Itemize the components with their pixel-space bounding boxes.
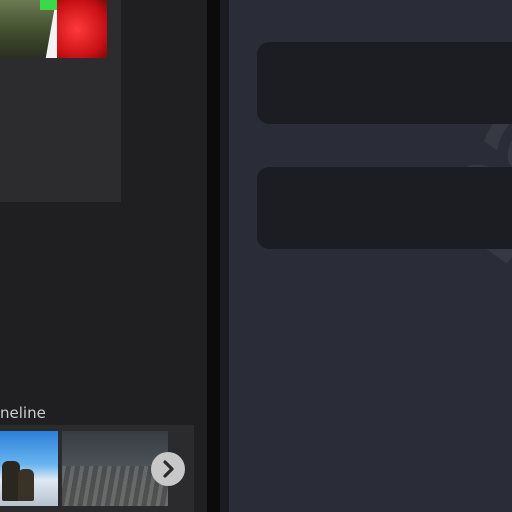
timeline-label: neline xyxy=(0,404,46,422)
timeline-thumbnail[interactable] xyxy=(0,431,58,506)
left-panel: neline xyxy=(0,0,207,512)
input-field[interactable] xyxy=(257,42,512,124)
timeline-next-button[interactable] xyxy=(151,452,185,486)
thumbnail-detail xyxy=(18,469,34,501)
panel-divider-edge xyxy=(220,0,229,512)
chevron-right-icon xyxy=(163,460,174,478)
input-field[interactable] xyxy=(257,167,512,249)
media-card[interactable] xyxy=(0,0,121,202)
right-panel: par xyxy=(229,0,512,512)
panel-divider[interactable] xyxy=(207,0,220,512)
media-thumbnail[interactable] xyxy=(0,0,107,58)
thumbnail-detail xyxy=(57,0,107,58)
